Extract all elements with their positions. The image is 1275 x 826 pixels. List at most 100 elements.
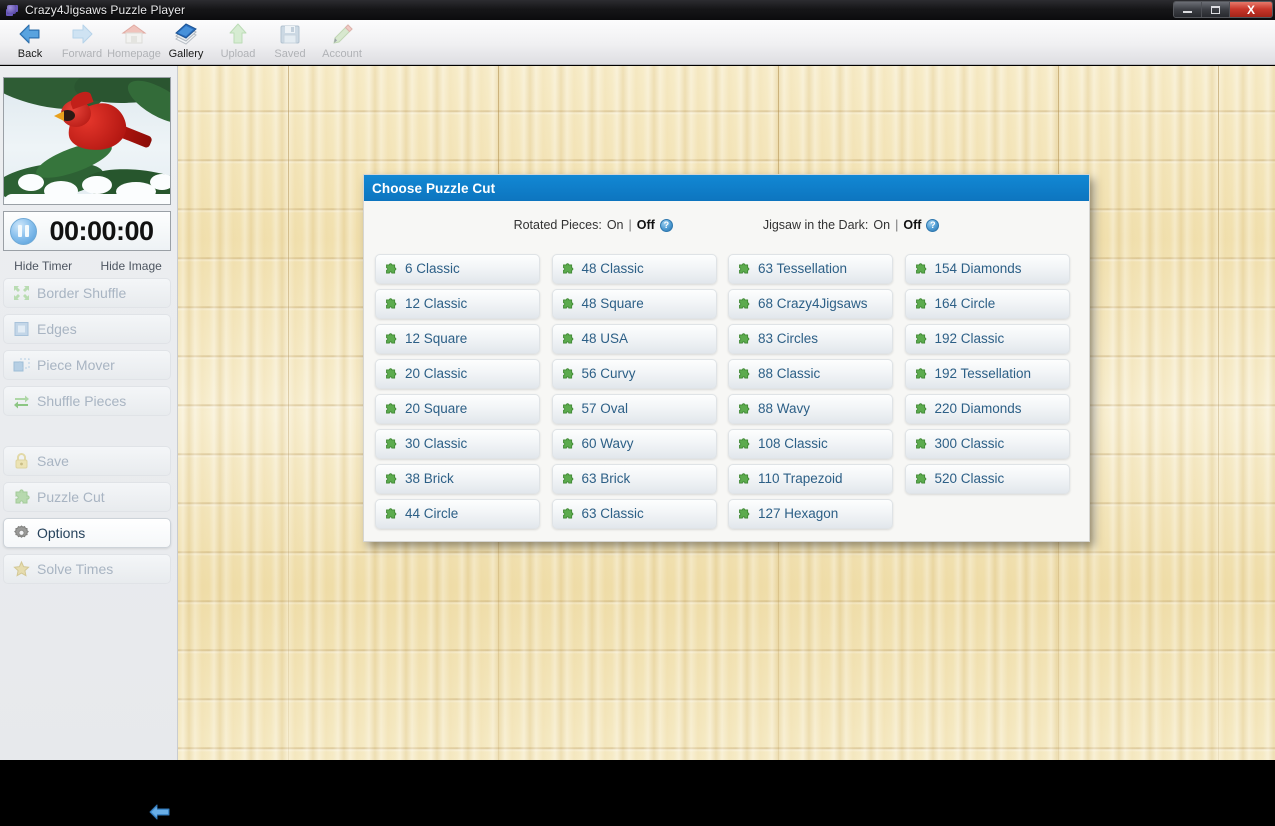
sidebar-item-border-shuffle[interactable]: Border Shuffle — [3, 278, 171, 308]
puzzle-cut-option[interactable]: 48 Square — [551, 289, 717, 319]
puzzle-cut-option[interactable]: 12 Square — [375, 324, 540, 354]
puzzle-cut-label: 6 Classic — [405, 260, 460, 276]
minimize-button[interactable] — [1174, 2, 1202, 17]
question-mark-icon[interactable]: ? — [926, 218, 940, 232]
sidebar-item-shuffle-pieces[interactable]: Shuffle Pieces — [3, 386, 171, 416]
puzzle-cut-option[interactable]: 88 Classic — [728, 359, 893, 389]
puzzle-cut-label: 220 Diamonds — [934, 400, 1022, 416]
rotated-pieces-on-option[interactable]: On — [607, 218, 624, 232]
puzzle-piece-icon — [737, 367, 752, 382]
hide-timer-link[interactable]: Hide Timer — [14, 259, 72, 273]
hide-image-link[interactable]: Hide Image — [100, 259, 161, 273]
puzzle-cut-label: 110 Trapezoid — [758, 470, 843, 486]
puzzle-cut-label: 63 Brick — [581, 470, 631, 486]
puzzle-cut-option[interactable]: 56 Curvy — [551, 359, 717, 389]
puzzle-piece-icon — [384, 402, 399, 417]
pause-button[interactable] — [10, 217, 37, 245]
puzzle-cut-option[interactable]: 110 Trapezoid — [728, 464, 893, 494]
puzzle-cut-option[interactable]: 192 Classic — [904, 324, 1070, 354]
choose-puzzle-cut-dialog: Choose Puzzle Cut Rotated Pieces: On | O… — [363, 174, 1090, 542]
puzzle-cut-label: 48 USA — [581, 330, 629, 346]
puzzle-piece-icon — [561, 472, 576, 487]
puzzle-cut-label: 108 Classic — [758, 435, 828, 451]
dialog-title-bar: Choose Puzzle Cut — [364, 175, 1089, 201]
close-button[interactable]: X — [1230, 2, 1272, 17]
puzzle-piece-icon — [561, 262, 576, 277]
dialog-options-row: Rotated Pieces: On | Off ? Jigsaw in the… — [364, 201, 1089, 249]
snow-clump — [18, 174, 44, 191]
window-title: Crazy4Jigsaws Puzzle Player — [25, 3, 186, 17]
puzzle-cut-option[interactable]: 6 Classic — [375, 254, 540, 284]
sidebar-item-solve-times[interactable]: Solve Times — [3, 554, 171, 584]
jigsaw-in-the-dark-off-option[interactable]: Off — [903, 218, 921, 232]
puzzle-cut-label: 60 Wavy — [581, 435, 634, 451]
sidebar-label-edges: Edges — [37, 321, 77, 337]
toolbar-button-back[interactable]: Back — [4, 20, 56, 65]
puzzle-cut-option[interactable]: 164 Circle — [904, 289, 1070, 319]
floppy-disk-icon — [277, 22, 303, 47]
puzzle-cut-option[interactable]: 63 Brick — [551, 464, 717, 494]
toolbar-label-saved: Saved — [274, 48, 306, 60]
puzzle-cut-label: 12 Square — [405, 330, 468, 346]
puzzle-cut-option[interactable]: 38 Brick — [375, 464, 540, 494]
puzzle-cut-label: 56 Curvy — [581, 365, 636, 381]
toolbar-button-upload[interactable]: Upload — [212, 20, 264, 65]
rotated-pieces-off-option[interactable]: Off — [637, 218, 655, 232]
puzzle-cut-label: 88 Classic — [758, 365, 821, 381]
sidebar-label-shuffle-pieces: Shuffle Pieces — [37, 393, 127, 409]
puzzle-cut-option[interactable]: 520 Classic — [904, 464, 1070, 494]
dialog-title-text: Choose Puzzle Cut — [372, 180, 496, 196]
puzzle-piece-icon — [561, 332, 576, 347]
main-toolbar: Back Forward Homepage Gallery Upload Sav… — [0, 20, 1275, 65]
toolbar-button-gallery[interactable]: Gallery — [160, 20, 212, 65]
toolbar-button-account[interactable]: Account — [316, 20, 368, 65]
star-icon — [12, 560, 31, 578]
puzzle-cut-label: 44 Circle — [405, 505, 459, 521]
puzzle-cut-column: 48 Classic 48 Square 48 USA 56 Curvy 57 … — [551, 254, 729, 529]
puzzle-cut-option[interactable]: 154 Diamonds — [904, 254, 1070, 284]
puzzle-cut-label: 520 Classic — [934, 470, 1005, 486]
sidebar-collapse-button[interactable] — [148, 803, 172, 821]
maximize-button[interactable] — [1202, 2, 1230, 17]
puzzle-cut-option[interactable]: 68 Crazy4Jigsaws — [728, 289, 893, 319]
question-mark-icon[interactable]: ? — [659, 218, 673, 232]
puzzle-cut-option[interactable]: 44 Circle — [375, 499, 540, 529]
minimize-icon — [1183, 11, 1192, 13]
edges-icon — [12, 320, 31, 338]
forward-arrow-icon — [69, 22, 95, 47]
home-icon — [121, 22, 147, 47]
puzzle-image-thumbnail[interactable] — [3, 77, 171, 205]
puzzle-cut-option[interactable]: 20 Classic — [375, 359, 540, 389]
sidebar-item-save[interactable]: Save — [3, 446, 171, 476]
puzzle-cut-option[interactable]: 20 Square — [375, 394, 540, 424]
puzzle-cut-option[interactable]: 108 Classic — [728, 429, 893, 459]
toolbar-label-back: Back — [17, 48, 43, 60]
sidebar-item-puzzle-cut[interactable]: Puzzle Cut — [3, 482, 171, 512]
sidebar-item-options[interactable]: Options — [3, 518, 171, 548]
puzzle-cut-option[interactable]: 57 Oval — [551, 394, 717, 424]
jigsaw-in-the-dark-on-option[interactable]: On — [873, 218, 890, 232]
puzzle-cut-option[interactable]: 192 Tessellation — [904, 359, 1070, 389]
puzzle-cut-option[interactable]: 12 Classic — [375, 289, 540, 319]
puzzle-cut-option[interactable]: 88 Wavy — [728, 394, 893, 424]
puzzle-cut-option[interactable]: 48 Classic — [551, 254, 717, 284]
puzzle-cut-option[interactable]: 220 Diamonds — [904, 394, 1070, 424]
puzzle-piece-icon — [384, 472, 399, 487]
puzzle-cut-option[interactable]: 30 Classic — [375, 429, 540, 459]
toolbar-button-saved[interactable]: Saved — [264, 20, 316, 65]
puzzle-cut-option[interactable]: 83 Circles — [728, 324, 893, 354]
sidebar-label-solve-times: Solve Times — [37, 561, 114, 577]
sidebar-item-edges[interactable]: Edges — [3, 314, 171, 344]
sidebar-item-piece-mover[interactable]: Piece Mover — [3, 350, 171, 380]
toolbar-button-forward[interactable]: Forward — [56, 20, 108, 65]
puzzle-cut-option[interactable]: 63 Classic — [551, 499, 717, 529]
toolbar-button-homepage[interactable]: Homepage — [107, 20, 161, 65]
toolbar-label-gallery: Gallery — [168, 48, 204, 60]
puzzle-cut-label: 300 Classic — [934, 435, 1005, 451]
puzzle-cut-option[interactable]: 60 Wavy — [551, 429, 717, 459]
puzzle-cut-option[interactable]: 300 Classic — [904, 429, 1070, 459]
puzzle-cut-option[interactable]: 127 Hexagon — [728, 499, 893, 529]
puzzle-cut-option[interactable]: 63 Tessellation — [728, 254, 893, 284]
puzzle-cut-option[interactable]: 48 USA — [551, 324, 717, 354]
puzzle-piece-icon — [914, 402, 929, 417]
